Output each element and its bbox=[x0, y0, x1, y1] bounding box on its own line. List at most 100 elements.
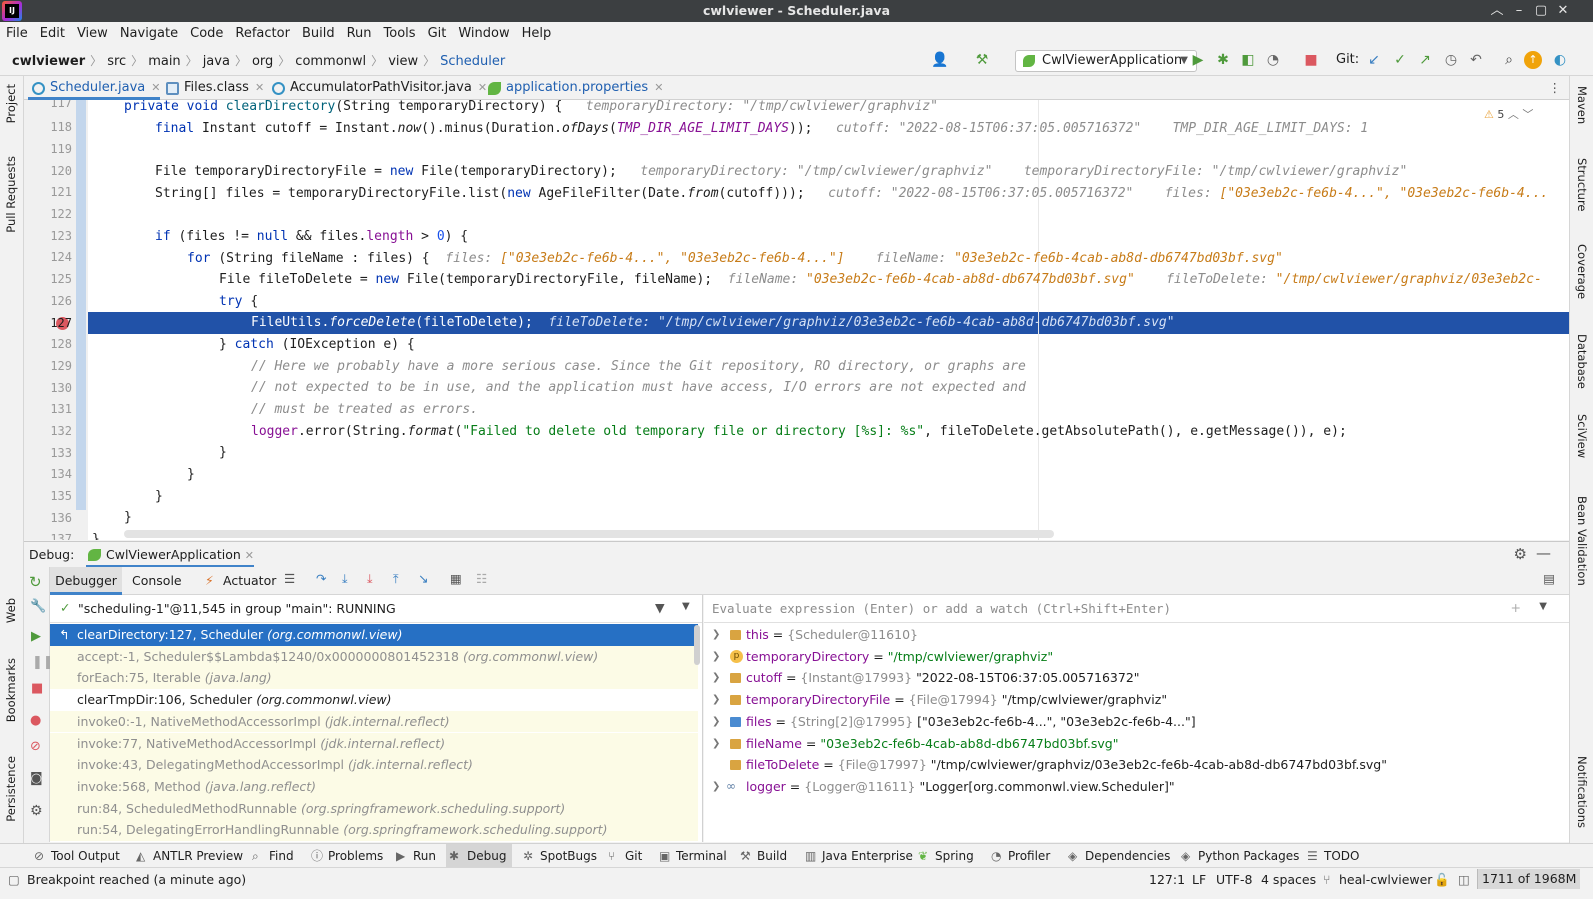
lock-icon[interactable]: 🔓 bbox=[1434, 870, 1450, 890]
evaluate-expression-icon[interactable]: ▦ bbox=[450, 571, 462, 586]
tab-files-class[interactable]: Files.class ✕ bbox=[162, 76, 264, 100]
tool-window-structure[interactable]: Structure bbox=[1575, 158, 1589, 212]
history-icon[interactable]: ◷ bbox=[1441, 50, 1461, 70]
tool-window-maven[interactable]: Maven bbox=[1575, 86, 1589, 124]
variable-row[interactable]: ❯ this = {Scheduler@11610} bbox=[704, 624, 1564, 646]
breadcrumb-main[interactable]: main bbox=[148, 47, 180, 77]
tool-window-dependencies[interactable]: ◈ Dependencies bbox=[1068, 844, 1170, 868]
status-toggle-icon[interactable]: ▢ bbox=[8, 870, 20, 890]
breadcrumb-commonwl[interactable]: commonwl bbox=[295, 47, 366, 77]
tool-window-pull-requests[interactable]: Pull Requests bbox=[4, 156, 18, 233]
tool-window-todo[interactable]: ☰ TODO bbox=[1307, 844, 1359, 868]
rollback-icon[interactable]: ↶ bbox=[1466, 50, 1486, 70]
tool-window-tool-output[interactable]: ⊘ Tool Output bbox=[34, 844, 120, 868]
chevron-down-icon[interactable]: ▼ bbox=[682, 601, 690, 612]
window-close-button[interactable]: ✕ bbox=[1552, 0, 1574, 22]
tool-window-database[interactable]: Database bbox=[1575, 334, 1589, 389]
menu-navigate[interactable]: Navigate bbox=[114, 22, 184, 46]
git-commit-icon[interactable]: ✓ bbox=[1390, 50, 1410, 70]
variable-row[interactable]: ❯ files = {String[2]@17995} ["03e3eb2c-fe… bbox=[704, 711, 1564, 733]
variable-row[interactable]: ❯ cutoff = {Instant@17993} "2022-08-15T06… bbox=[704, 667, 1564, 689]
menu-git[interactable]: Git bbox=[422, 22, 453, 46]
evaluate-expression-input[interactable]: Evaluate expression (Enter) or add a wat… bbox=[704, 595, 1569, 623]
close-icon[interactable]: ✕ bbox=[654, 81, 663, 94]
line-separator[interactable]: LF bbox=[1192, 870, 1206, 890]
menu-build[interactable]: Build bbox=[296, 22, 341, 46]
inspection-icon[interactable]: ◫ bbox=[1458, 870, 1470, 890]
tab-accumulator-path-visitor[interactable]: AccumulatorPathVisitor.java ✕ bbox=[268, 76, 487, 100]
search-icon[interactable]: ⌕ bbox=[1499, 50, 1519, 70]
menu-lines-icon[interactable]: ☰ bbox=[284, 571, 295, 586]
stack-frame[interactable]: accept:-1, Scheduler$$Lambda$1240/0x0000… bbox=[50, 645, 698, 668]
tool-window-spring[interactable]: ❦ Spring bbox=[918, 844, 974, 868]
indent-setting[interactable]: 4 spaces bbox=[1261, 870, 1316, 890]
stack-frame[interactable]: run:84, ScheduledMethodRunnable (org.spr… bbox=[50, 797, 698, 820]
tool-window-run[interactable]: ▶ Run bbox=[396, 844, 436, 868]
step-into-icon[interactable]: ⤓ bbox=[342, 571, 348, 587]
stack-frame[interactable]: invoke:568, Method (java.lang.reflect) bbox=[50, 775, 698, 798]
file-encoding[interactable]: UTF-8 bbox=[1216, 870, 1252, 890]
menu-tools[interactable]: Tools bbox=[378, 22, 422, 46]
rerun-icon[interactable]: ↻ bbox=[29, 573, 42, 591]
stack-frame[interactable]: clearTmpDir:106, Scheduler (org.commonwl… bbox=[50, 689, 698, 711]
chevron-down-icon[interactable]: ▼ bbox=[1539, 601, 1547, 612]
tool-window-notifications[interactable]: Notifications bbox=[1575, 756, 1589, 828]
chevron-right-icon[interactable]: ❯ bbox=[712, 689, 720, 711]
tab-console[interactable]: Console bbox=[132, 567, 182, 595]
tool-window-persistence[interactable]: Persistence bbox=[4, 756, 18, 822]
tool-window-coverage[interactable]: Coverage bbox=[1575, 244, 1589, 299]
menu-window[interactable]: Window bbox=[452, 22, 515, 46]
step-out-icon[interactable]: ⤒ bbox=[393, 571, 399, 587]
frames-scrollbar[interactable] bbox=[694, 625, 700, 665]
stack-frame[interactable]: ↰ clearDirectory:127, Scheduler (org.comm… bbox=[50, 624, 698, 646]
memory-indicator[interactable]: 1711 of 1968M bbox=[1477, 869, 1581, 889]
resume-icon[interactable]: ▶ bbox=[31, 629, 41, 644]
stack-frame[interactable]: invoke:77, NativeMethodAccessorImpl (jdk… bbox=[50, 732, 698, 755]
tool-window-antlr-preview[interactable]: ◭ ANTLR Preview bbox=[136, 844, 243, 868]
mute-breakpoints-icon[interactable]: ⊘ bbox=[30, 739, 41, 754]
breadcrumb-java[interactable]: java bbox=[203, 47, 230, 77]
code-editor[interactable]: ⚠ 5 ︿ ﹀ 117 118 119 120 121 122 123 124 … bbox=[24, 100, 1569, 540]
update-available-icon[interactable]: ↑ bbox=[1524, 51, 1542, 69]
breadcrumb-scheduler[interactable]: Scheduler bbox=[440, 47, 505, 77]
coverage-icon[interactable]: ◧ bbox=[1238, 50, 1258, 70]
tab-scheduler-java[interactable]: Scheduler.java ✕ bbox=[28, 76, 160, 100]
tool-window-spotbugs[interactable]: ✲ SpotBugs bbox=[523, 844, 597, 868]
close-icon[interactable]: ✕ bbox=[255, 81, 264, 94]
tool-window-debug[interactable]: ✱ Debug bbox=[446, 844, 513, 868]
tab-application-properties[interactable]: application.properties ✕ bbox=[484, 76, 663, 100]
chevron-right-icon[interactable]: ❯ bbox=[712, 667, 720, 689]
breadcrumb-src[interactable]: src bbox=[107, 47, 126, 77]
menu-file[interactable]: File bbox=[0, 22, 34, 46]
thread-selector[interactable]: ✓ "scheduling-1"@11,545 in group "main":… bbox=[50, 595, 702, 623]
variable-row[interactable]: ❯ temporaryDirectoryFile = {File@17994} "… bbox=[704, 689, 1564, 711]
git-push-icon[interactable]: ↗ bbox=[1415, 50, 1435, 70]
variable-row[interactable]: ❯ ∞ logger = {Logger@11611} "Logger[org.co… bbox=[704, 776, 1564, 798]
variable-row[interactable]: ❯ fileName = "03e3eb2c-fe6b-4cab-ab8d-db6… bbox=[704, 733, 1564, 755]
view-breakpoints-icon[interactable]: ● bbox=[30, 713, 41, 728]
stack-frame[interactable]: forEach:75, Iterable (java.lang) bbox=[50, 667, 698, 690]
caret-position[interactable]: 127:1 bbox=[1149, 870, 1185, 890]
run-configuration-select[interactable]: CwlViewerApplication ▼ bbox=[1015, 50, 1197, 72]
step-over-icon[interactable]: ↷ bbox=[316, 571, 326, 586]
horizontal-scrollbar[interactable] bbox=[124, 530, 1054, 538]
menu-run[interactable]: Run bbox=[341, 22, 378, 46]
tool-window-find[interactable]: ⌕ Find bbox=[252, 844, 294, 868]
menu-code[interactable]: Code bbox=[184, 22, 229, 46]
tool-window-problems[interactable]: ⓘ Problems bbox=[311, 844, 383, 868]
variable-row[interactable]: ❯ p temporaryDirectory = "/tmp/cwlviewer/g… bbox=[704, 646, 1564, 668]
stack-frame[interactable]: invoke:43, DelegatingMethodAccessorImpl … bbox=[50, 754, 698, 776]
chevron-right-icon[interactable]: ❯ bbox=[712, 624, 720, 646]
hide-minimize-icon[interactable]: — bbox=[1536, 544, 1551, 562]
window-maximize-button[interactable]: ▢ bbox=[1530, 0, 1552, 22]
menu-help[interactable]: Help bbox=[516, 22, 558, 46]
debug-bug-icon[interactable]: ✱ bbox=[1213, 50, 1233, 70]
add-watch-icon[interactable]: + bbox=[1511, 600, 1521, 615]
status-message[interactable]: Breakpoint reached (a minute ago) bbox=[27, 870, 246, 890]
window-shade-button[interactable]: ︿ bbox=[1486, 0, 1508, 22]
window-minimize-button[interactable]: – bbox=[1508, 0, 1530, 22]
close-icon[interactable]: ✕ bbox=[151, 81, 160, 94]
camera-icon[interactable]: ◙ bbox=[30, 771, 43, 786]
menu-edit[interactable]: Edit bbox=[34, 22, 71, 46]
git-branch[interactable]: heal-cwlviewer bbox=[1339, 870, 1432, 890]
